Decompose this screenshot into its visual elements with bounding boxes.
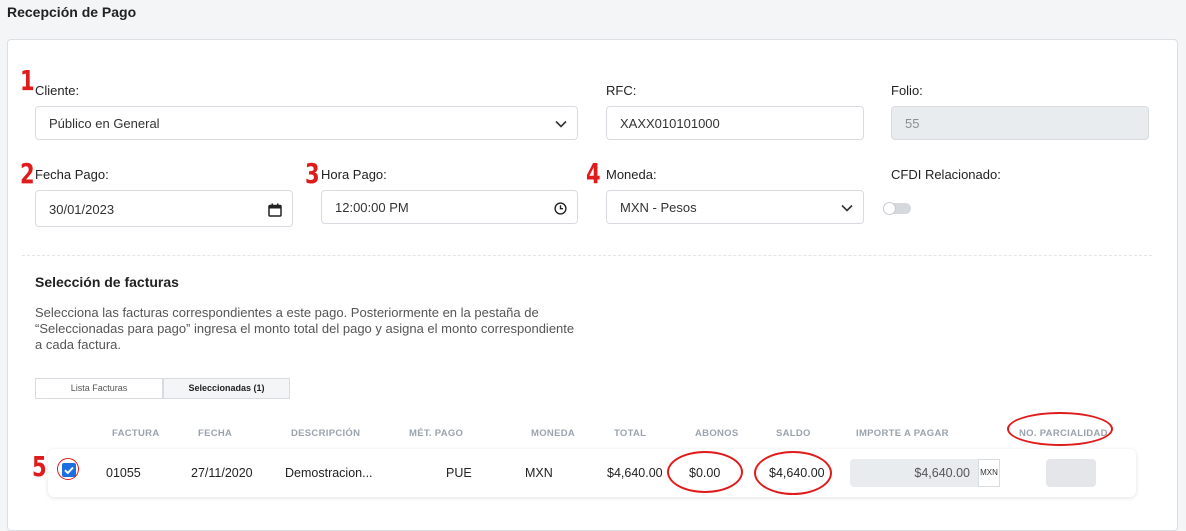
annotation-marker-3: 3: [305, 157, 320, 190]
cell-factura: 01055: [106, 466, 141, 480]
folio-input: 55: [891, 106, 1149, 140]
annotation-marker-4: 4: [586, 157, 601, 190]
hora-pago-label: Hora Pago:: [321, 167, 387, 182]
moneda-value: MXN - Pesos: [620, 200, 697, 215]
annotation-marker-5: 5: [32, 450, 47, 483]
tab-seleccionadas[interactable]: Seleccionadas (1): [163, 378, 290, 399]
chevron-down-icon: [841, 191, 853, 225]
importe-currency-addon: MXN: [978, 459, 1000, 487]
annotation-circle-abonos: [667, 451, 743, 493]
seleccion-title: Selección de facturas: [35, 274, 179, 290]
moneda-label: Moneda:: [606, 167, 657, 182]
annotation-circle-checkbox: [57, 458, 79, 480]
header-fecha: FECHA: [198, 428, 233, 439]
cell-metodo-pago: PUE: [446, 466, 472, 480]
header-abonos: ABONOS: [695, 428, 739, 439]
cfdi-relacionado-toggle[interactable]: [883, 202, 911, 215]
chevron-down-icon: [555, 107, 567, 141]
tab-lista-facturas[interactable]: Lista Facturas: [35, 378, 163, 399]
header-saldo: SALDO: [776, 428, 811, 439]
annotation-marker-1: 1: [20, 64, 35, 97]
fecha-pago-label: Fecha Pago:: [35, 167, 109, 182]
folio-label: Folio:: [891, 83, 923, 98]
section-divider: [22, 255, 1152, 256]
parcialidad-input[interactable]: [1046, 459, 1096, 487]
fecha-pago-input[interactable]: 30/01/2023: [35, 190, 293, 227]
header-total: TOTAL: [614, 428, 647, 439]
cell-fecha: 27/11/2020: [191, 466, 253, 480]
rfc-label: RFC:: [606, 83, 637, 98]
moneda-select[interactable]: MXN - Pesos: [606, 190, 864, 224]
folio-value: 55: [905, 116, 920, 131]
header-descripcion: DESCRIPCIÓN: [291, 428, 361, 439]
hora-pago-value: 12:00:00 PM: [335, 200, 409, 215]
annotation-marker-2: 2: [20, 157, 35, 190]
seleccion-description: Selecciona las facturas correspondientes…: [35, 305, 575, 352]
annotation-circle-parcialidad: [1007, 412, 1113, 446]
cell-total: $4,640.00: [607, 466, 663, 480]
header-importe: IMPORTE A PAGAR: [856, 428, 949, 439]
header-metodo-pago: MÉT. PAGO: [409, 428, 464, 439]
cfdi-relacionado-label: CFDI Relacionado:: [891, 167, 1001, 182]
header-factura: FACTURA: [112, 428, 160, 439]
header-moneda: MONEDA: [531, 428, 576, 439]
fecha-pago-value: 30/01/2023: [49, 202, 115, 217]
clock-icon[interactable]: [554, 191, 567, 225]
rfc-input[interactable]: XAXX010101000: [606, 106, 864, 140]
cliente-value: Público en General: [49, 116, 160, 131]
rfc-value: XAXX010101000: [620, 116, 720, 131]
annotation-circle-saldo: [754, 451, 832, 495]
cliente-select[interactable]: Público en General: [35, 106, 578, 140]
cell-moneda: MXN: [525, 466, 553, 480]
cliente-label: Cliente:: [35, 83, 80, 98]
page-title: Recepción de Pago: [7, 4, 137, 20]
hora-pago-input[interactable]: 12:00:00 PM: [321, 190, 578, 224]
calendar-icon[interactable]: [268, 191, 282, 228]
importe-a-pagar-input[interactable]: $4,640.00: [850, 459, 978, 487]
tabs: Lista Facturas Seleccionadas (1): [35, 378, 290, 399]
cell-descripcion: Demostracion...: [285, 466, 373, 480]
